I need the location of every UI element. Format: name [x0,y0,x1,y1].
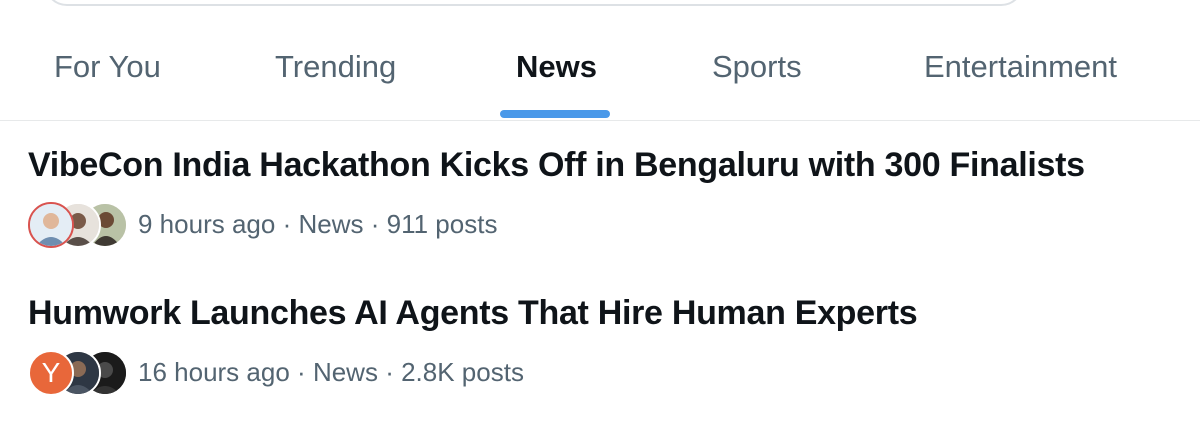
trend-time: 9 hours ago [138,209,276,239]
avatar [28,202,74,248]
y-logo-avatar: Y [28,350,74,396]
trend-item[interactable]: VibeCon India Hackathon Kicks Off in Ben… [0,144,1200,284]
meta-separator: · [297,357,306,387]
meta-separator: · [370,209,380,239]
trend-meta: 9 hours ago · News · 911 posts [138,208,497,240]
trend-title: Humwork Launches AI Agents That Hire Hum… [28,294,918,332]
tab-label: Sports [712,49,802,84]
avatar-stack [28,202,128,248]
trend-category: News [312,357,378,387]
trend-item[interactable]: Humwork Launches AI Agents That Hire Hum… [0,292,1200,432]
active-tab-indicator [500,110,610,118]
trend-post-count: 911 posts [386,209,498,239]
tab-news[interactable]: News [516,0,606,120]
meta-separator: · [282,209,292,239]
tab-label: News [516,49,597,84]
tab-bar: For You Trending News Sports Entertainme… [0,0,1200,121]
y-logo-icon: Y [41,357,61,388]
trend-category: News [298,209,364,239]
avatar-stack: Y [28,350,128,396]
tab-sports[interactable]: Sports [712,0,812,120]
tab-entertainment[interactable]: Entertainment [924,0,1134,120]
tab-trending[interactable]: Trending [275,0,405,120]
tab-label: Entertainment [924,49,1117,84]
trend-title: VibeCon India Hackathon Kicks Off in Ben… [28,146,1085,184]
trend-meta: 16 hours ago · News · 2.8K posts [138,356,524,388]
meta-separator: · [385,357,394,387]
tab-label: For You [54,49,161,84]
trend-time: 16 hours ago [138,357,290,387]
tab-for-you[interactable]: For You [54,0,164,120]
trend-post-count: 2.8K posts [401,357,524,387]
tab-label: Trending [275,49,397,84]
